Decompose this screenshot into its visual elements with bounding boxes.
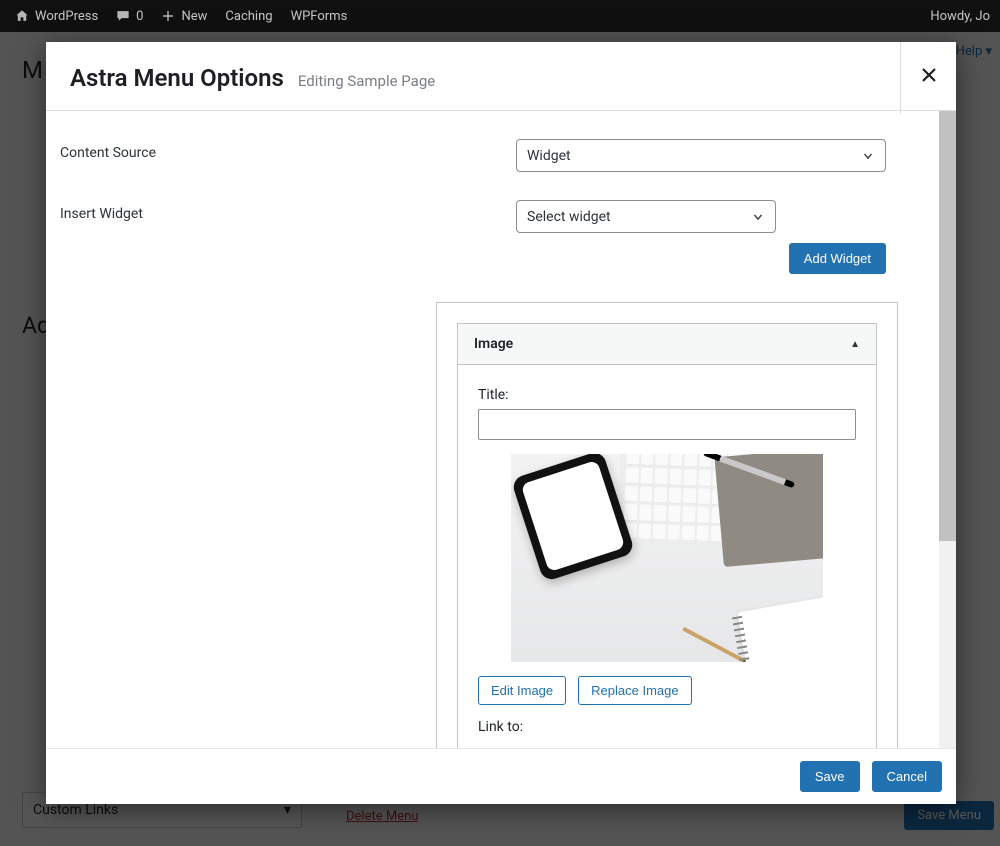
admin-bar-comments[interactable]: 0 bbox=[107, 9, 152, 24]
admin-bar-wpforms[interactable]: WPForms bbox=[282, 9, 357, 24]
content-source-label: Content Source bbox=[60, 139, 516, 161]
widget-card: Image ▲ Title: bbox=[457, 323, 877, 748]
modal-title: Astra Menu Options bbox=[70, 64, 284, 92]
content-source-select[interactable]: Widget bbox=[516, 139, 886, 172]
widget-linkto-label: Link to: bbox=[478, 719, 856, 735]
modal-header: Astra Menu Options Editing Sample Page bbox=[46, 42, 956, 111]
add-widget-button[interactable]: Add Widget bbox=[789, 243, 886, 274]
select-widget-select[interactable]: Select widget bbox=[516, 200, 776, 233]
widget-card-title: Image bbox=[474, 336, 513, 352]
admin-bar-left: WordPress 0 New Caching WPForms bbox=[6, 9, 356, 24]
modal-close-button[interactable] bbox=[920, 66, 938, 90]
save-button[interactable]: Save bbox=[800, 761, 860, 792]
content-source-value: Widget bbox=[527, 148, 571, 164]
admin-bar-site-label: WordPress bbox=[35, 9, 98, 24]
admin-bar-caching[interactable]: Caching bbox=[216, 9, 281, 24]
modal-body: Content Source Widget Insert Widget Sele… bbox=[46, 111, 956, 748]
home-icon bbox=[15, 9, 29, 23]
edit-image-button[interactable]: Edit Image bbox=[478, 676, 566, 705]
admin-bar-howdy[interactable]: Howdy, Jo bbox=[930, 9, 994, 24]
widget-title-input[interactable] bbox=[478, 409, 856, 440]
modal-footer: Save Cancel bbox=[46, 748, 956, 804]
admin-bar-site[interactable]: WordPress bbox=[6, 9, 107, 24]
admin-bar-new-label: New bbox=[181, 9, 207, 24]
modal-close-pane bbox=[900, 42, 956, 114]
admin-bar-new[interactable]: New bbox=[152, 9, 216, 24]
widget-preview-pane: Image ▲ Title: bbox=[436, 302, 898, 748]
cancel-button[interactable]: Cancel bbox=[872, 761, 942, 792]
replace-image-button[interactable]: Replace Image bbox=[578, 676, 691, 705]
widget-image-preview bbox=[511, 454, 823, 662]
plus-icon bbox=[161, 9, 175, 23]
insert-widget-row: Insert Widget Select widget Add Widget bbox=[60, 200, 922, 274]
modal-scrollbar[interactable] bbox=[939, 111, 956, 748]
admin-bar-wpforms-label: WPForms bbox=[291, 9, 348, 24]
phone-illustration bbox=[511, 454, 635, 582]
chevron-down-icon bbox=[861, 149, 875, 163]
insert-widget-label: Insert Widget bbox=[60, 200, 516, 222]
content-source-row: Content Source Widget bbox=[60, 139, 922, 172]
close-icon bbox=[920, 67, 938, 89]
widget-image-actions: Edit Image Replace Image bbox=[478, 676, 856, 705]
admin-bar-comments-count: 0 bbox=[136, 9, 143, 24]
notebook-illustration bbox=[714, 454, 823, 567]
modal-scrollbar-thumb[interactable] bbox=[939, 111, 956, 541]
widget-title-label: Title: bbox=[478, 387, 856, 403]
widget-card-header[interactable]: Image ▲ bbox=[458, 324, 876, 365]
spiral-notebook-illustration bbox=[737, 597, 823, 662]
widget-card-body: Title: bbox=[458, 365, 876, 748]
caret-up-icon: ▲ bbox=[850, 339, 860, 350]
chevron-down-icon bbox=[751, 210, 765, 224]
admin-bar: WordPress 0 New Caching WPForms Howdy, J… bbox=[0, 0, 1000, 32]
modal-subtitle: Editing Sample Page bbox=[298, 72, 435, 90]
astra-menu-options-modal: Astra Menu Options Editing Sample Page C… bbox=[46, 42, 956, 804]
admin-bar-caching-label: Caching bbox=[225, 9, 272, 24]
admin-bar-howdy-label: Howdy, Jo bbox=[930, 9, 990, 24]
comment-icon bbox=[116, 9, 130, 23]
select-widget-value: Select widget bbox=[527, 209, 611, 225]
